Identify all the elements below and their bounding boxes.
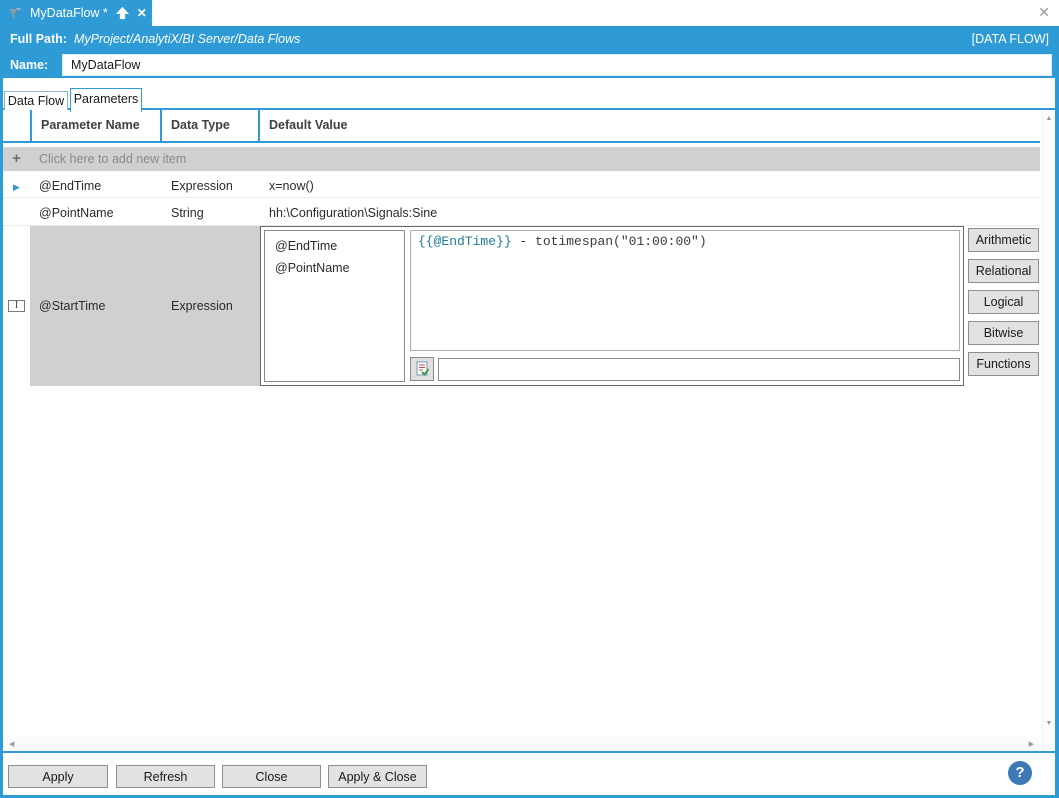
add-new-item-row[interactable]: + Click here to add new item bbox=[3, 147, 1040, 171]
dataflow-icon bbox=[8, 6, 23, 21]
cell-data-type[interactable]: Expression bbox=[160, 299, 233, 313]
window-border-left bbox=[0, 26, 3, 798]
operator-category-buttons: Arithmetic Relational Logical Bitwise Fu… bbox=[968, 226, 1039, 386]
validate-expression-button[interactable] bbox=[410, 357, 434, 381]
horizontal-scrollbar[interactable]: ◀ ▶ bbox=[3, 736, 1040, 751]
row-selector: I bbox=[3, 226, 30, 386]
window-border-right bbox=[1055, 26, 1059, 798]
close-button[interactable]: Close bbox=[222, 765, 321, 788]
full-path-value: MyProject/AnalytiX/BI Server/Data Flows bbox=[74, 32, 300, 46]
cell-data-type[interactable]: String bbox=[160, 206, 258, 220]
add-icon: + bbox=[3, 147, 30, 171]
editing-row-cells: @StartTime Expression bbox=[30, 226, 260, 386]
tabstrip: Data Flow Parameters bbox=[3, 88, 1055, 110]
expression-editor-panel: @EndTime @PointName {{@EndTime}} - totim… bbox=[260, 226, 964, 386]
cell-parameter-name[interactable]: @EndTime bbox=[30, 179, 160, 193]
current-row-icon: ▶ bbox=[13, 182, 20, 192]
grid-header-selector bbox=[3, 110, 30, 141]
add-row-label: Click here to add new item bbox=[30, 152, 186, 166]
navigate-up-icon[interactable] bbox=[115, 6, 130, 20]
scroll-down-icon[interactable]: ▼ bbox=[1043, 720, 1055, 727]
logical-button[interactable]: Logical bbox=[968, 290, 1039, 314]
expression-token: {{@EndTime}} bbox=[418, 234, 512, 249]
cell-default-value[interactable]: hh:\Configuration\Signals:Sine bbox=[258, 206, 1040, 220]
name-bar: Name: bbox=[0, 52, 1059, 78]
help-button[interactable]: ? bbox=[1008, 761, 1032, 785]
parameters-grid: Parameter Name Data Type Default Value +… bbox=[3, 110, 1040, 736]
apply-button[interactable]: Apply bbox=[8, 765, 108, 788]
row-selector: ▶ bbox=[3, 179, 30, 193]
bitwise-button[interactable]: Bitwise bbox=[968, 321, 1039, 345]
refresh-button[interactable]: Refresh bbox=[116, 765, 215, 788]
name-label: Name: bbox=[10, 58, 60, 72]
tab-parameters[interactable]: Parameters bbox=[70, 88, 142, 112]
function-search-input[interactable] bbox=[438, 358, 960, 381]
tab-close-icon[interactable]: ✕ bbox=[137, 7, 147, 19]
edit-indicator-icon: I bbox=[8, 300, 25, 312]
titlebar: MyDataFlow * ✕ ✕ bbox=[0, 0, 1059, 26]
validate-expression-icon bbox=[414, 361, 430, 377]
scroll-left-icon[interactable]: ◀ bbox=[9, 740, 14, 748]
vertical-scrollbar[interactable]: ▲ ▼ bbox=[1042, 110, 1055, 751]
tab-data-flow[interactable]: Data Flow bbox=[4, 91, 68, 110]
variable-list-item[interactable]: @EndTime bbox=[265, 235, 404, 257]
functions-button[interactable]: Functions bbox=[968, 352, 1039, 376]
cell-parameter-name[interactable]: @StartTime bbox=[30, 299, 160, 313]
apply-and-close-button[interactable]: Apply & Close bbox=[328, 765, 427, 788]
cell-parameter-name[interactable]: @PointName bbox=[30, 206, 160, 220]
relational-button[interactable]: Relational bbox=[968, 259, 1039, 283]
window-close-icon[interactable]: ✕ bbox=[1038, 5, 1050, 19]
scroll-right-icon[interactable]: ▶ bbox=[1029, 740, 1034, 748]
full-path-label: Full Path: bbox=[10, 32, 67, 46]
grid-header-default-value[interactable]: Default Value bbox=[258, 110, 1040, 141]
document-type-badge: [DATA FLOW] bbox=[972, 32, 1049, 46]
cell-data-type[interactable]: Expression bbox=[160, 179, 258, 193]
name-input[interactable] bbox=[62, 54, 1052, 76]
expression-text-area[interactable]: {{@EndTime}} - totimespan("01:00:00") bbox=[410, 230, 960, 351]
document-tab[interactable]: MyDataFlow * ✕ bbox=[0, 0, 152, 26]
table-row-editing: I @StartTime Expression @EndTime @PointN… bbox=[3, 226, 1040, 386]
cell-default-value[interactable]: x=now() bbox=[258, 179, 1040, 193]
variable-list[interactable]: @EndTime @PointName bbox=[264, 230, 405, 382]
grid-header-row: Parameter Name Data Type Default Value bbox=[3, 110, 1040, 143]
dataflow-editor-window: MyDataFlow * ✕ ✕ Full Path: MyProject/An… bbox=[0, 0, 1059, 798]
full-path-bar: Full Path: MyProject/AnalytiX/BI Server/… bbox=[0, 26, 1059, 52]
table-row[interactable]: @PointName String hh:\Configuration\Sign… bbox=[3, 201, 1040, 226]
scroll-up-icon[interactable]: ▲ bbox=[1043, 115, 1055, 122]
grid-header-parameter-name[interactable]: Parameter Name bbox=[30, 110, 160, 141]
footer: Apply Refresh Close Apply & Close ? bbox=[3, 753, 1055, 795]
expression-rest: - totimespan("01:00:00") bbox=[512, 234, 707, 249]
grid-header-data-type[interactable]: Data Type bbox=[160, 110, 258, 141]
arithmetic-button[interactable]: Arithmetic bbox=[968, 228, 1039, 252]
document-tab-label: MyDataFlow * bbox=[30, 6, 108, 20]
variable-list-item[interactable]: @PointName bbox=[265, 257, 404, 279]
table-row[interactable]: ▶ @EndTime Expression x=now() bbox=[3, 174, 1040, 198]
